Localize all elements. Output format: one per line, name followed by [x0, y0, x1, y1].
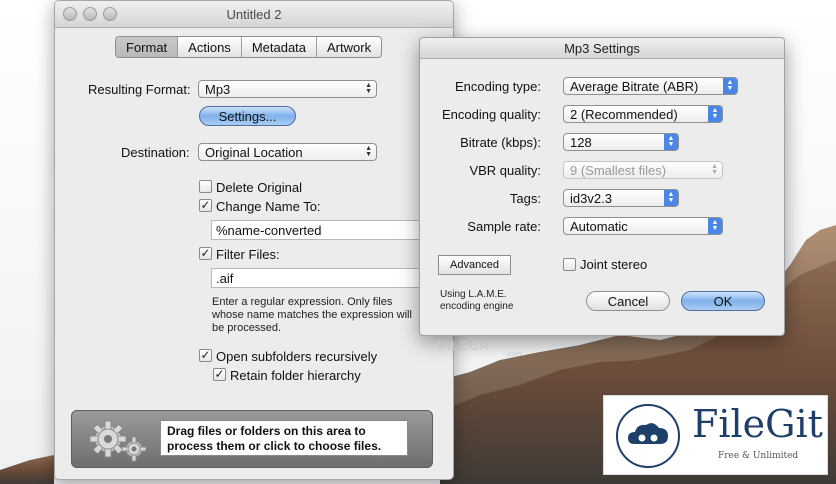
encoding-type-popup[interactable]: Average Bitrate (ABR) ▲ ▼ [563, 77, 738, 95]
open-subfolders-checkbox[interactable]: ✓ [199, 349, 212, 362]
destination-popup[interactable]: Original Location ▲ ▼ [198, 143, 377, 161]
gears-icon [89, 420, 147, 462]
resulting-format-value: Mp3 [205, 82, 231, 97]
filegit-badge: FileGit Free & Unlimited [603, 395, 828, 475]
vbr-quality-popup[interactable]: 9 (Smallest files) ▲ ▼ [563, 161, 723, 179]
mp3-settings-window: Mp3 Settings Encoding type: Average Bitr… [419, 37, 785, 336]
engine-note-line1: Using L.A.M.E. [440, 289, 507, 300]
delete-original-label: Delete Original [216, 180, 302, 195]
destination-value: Original Location [205, 145, 303, 160]
ok-button[interactable]: OK [681, 291, 765, 311]
filegit-tagline: Free & Unlimited [718, 451, 799, 461]
retain-hierarchy-label: Retain folder hierarchy [230, 368, 361, 383]
window-title: Untitled 2 [226, 7, 282, 22]
drop-zone-message: Drag files or folders on this area to pr… [160, 420, 408, 456]
cloud-icon [628, 423, 668, 444]
cancel-button[interactable]: Cancel [586, 291, 670, 311]
tags-popup[interactable]: id3v2.3 ▲ ▼ [563, 189, 679, 207]
retain-hierarchy-checkbox[interactable]: ✓ [213, 368, 226, 381]
change-name-checkbox[interactable]: ✓ [199, 199, 212, 212]
sample-rate-label: Sample rate: [467, 219, 541, 234]
popup-arrows-icon: ▲ ▼ [723, 78, 737, 94]
bitrate-popup[interactable]: 128 ▲ ▼ [563, 133, 679, 151]
popup-arrows-icon: ▲ ▼ [708, 106, 722, 122]
joint-stereo-checkbox[interactable] [563, 258, 576, 271]
filter-hint-line1: Enter a regular expression. Only files [212, 296, 393, 308]
format-panel: Resulting Format: Mp3 ▲ ▼ Settings... Des… [55, 46, 453, 401]
popup-arrows-icon: ▲ ▼ [708, 218, 722, 234]
bitrate-label: Bitrate (kbps): [460, 135, 541, 150]
filecr-watermark: FILECR [438, 338, 491, 353]
settings-title: Mp3 Settings [564, 41, 640, 56]
change-name-label: Change Name To: [216, 199, 321, 214]
settings-titlebar[interactable]: Mp3 Settings [420, 38, 784, 59]
filter-files-checkbox[interactable]: ✓ [199, 247, 212, 260]
encoding-quality-label: Encoding quality: [441, 107, 541, 122]
main-window: Untitled 2 Format Actions Metadata Artwo… [54, 0, 454, 480]
vbr-quality-value: 9 (Smallest files) [570, 163, 667, 178]
joint-stereo-label: Joint stereo [580, 257, 648, 272]
filter-hint-line2: whose name matches the expression will [212, 309, 412, 321]
filegit-logo-icon [616, 404, 680, 468]
encoding-type-label: Encoding type: [454, 79, 541, 94]
encoding-quality-popup[interactable]: 2 (Recommended) ▲ ▼ [563, 105, 723, 123]
change-name-field[interactable]: %name-converted [211, 220, 453, 240]
settings-button[interactable]: Settings... [199, 106, 296, 126]
popup-arrows-icon: ▲ ▼ [365, 145, 372, 158]
filter-files-field[interactable]: .aif [211, 268, 453, 288]
resulting-format-popup[interactable]: Mp3 ▲ ▼ [198, 80, 377, 98]
filegit-brand: FileGit [692, 402, 823, 446]
popup-arrows-icon: ▲ ▼ [664, 134, 678, 150]
filter-hint-line3: be processed. [212, 322, 282, 334]
resulting-format-label: Resulting Format: [88, 82, 191, 97]
destination-label: Destination: [121, 145, 190, 160]
drop-zone-line2: process them or click to choose files. [167, 439, 382, 453]
tags-value: id3v2.3 [570, 191, 612, 206]
sample-rate-popup[interactable]: Automatic ▲ ▼ [563, 217, 723, 235]
filecr-watermark-domain: .com [506, 351, 522, 358]
open-subfolders-label: Open subfolders recursively [216, 349, 378, 364]
vbr-quality-label: VBR quality: [469, 163, 541, 178]
popup-arrows-icon: ▲ ▼ [365, 82, 372, 95]
bitrate-value: 128 [570, 135, 592, 150]
drop-zone[interactable]: Drag files or folders on this area to pr… [71, 410, 433, 468]
encoding-type-value: Average Bitrate (ABR) [570, 79, 699, 94]
popup-arrows-icon: ▲ ▼ [711, 163, 718, 176]
sample-rate-value: Automatic [570, 219, 628, 234]
popup-arrows-icon: ▲ ▼ [664, 190, 678, 206]
drop-zone-line1: Drag files or folders on this area to [167, 424, 366, 438]
delete-original-checkbox[interactable] [199, 180, 212, 193]
advanced-button[interactable]: Advanced [438, 255, 511, 275]
tags-label: Tags: [509, 191, 541, 206]
main-titlebar[interactable]: Untitled 2 [55, 1, 453, 28]
filter-files-label: Filter Files: [216, 247, 280, 262]
encoding-quality-value: 2 (Recommended) [570, 107, 678, 122]
engine-note-line2: encoding engine [440, 301, 514, 312]
